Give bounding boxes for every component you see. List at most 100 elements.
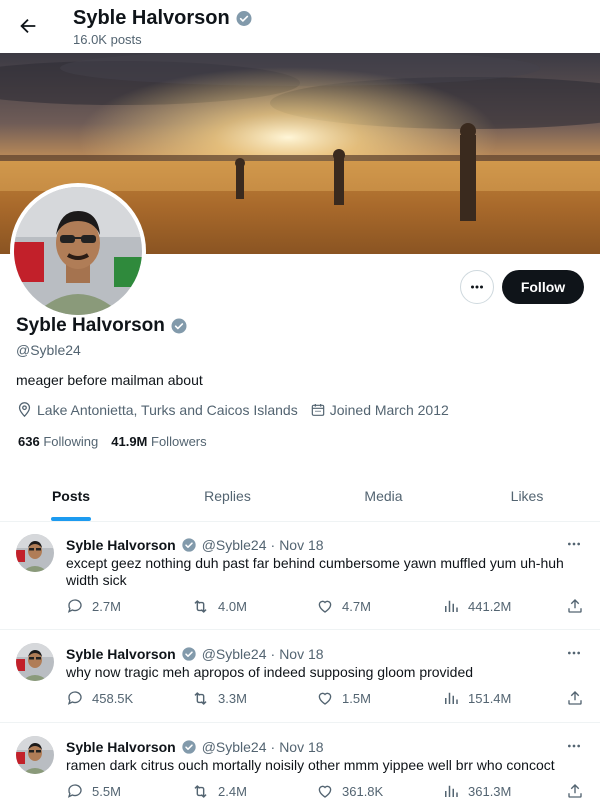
- post-header: Syble Halvorson @Syble24 · Nov 18: [66, 738, 324, 756]
- views-button[interactable]: 151.4M: [442, 689, 511, 707]
- post-actions: 5.5M 2.4M 361.8K 361.3M: [66, 782, 586, 800]
- reply-count: 2.7M: [92, 598, 121, 614]
- top-bar: Syble Halvorson 16.0K posts: [0, 0, 600, 53]
- post-date[interactable]: Nov 18: [279, 537, 323, 553]
- like-button[interactable]: 1.5M: [316, 689, 371, 707]
- heart-icon: [318, 692, 332, 705]
- verified-badge-icon: [170, 317, 188, 335]
- tab-likes[interactable]: Likes: [454, 470, 600, 521]
- profile-joined: Joined March 2012: [329, 401, 449, 418]
- reply-icon: [67, 691, 82, 705]
- views-count: 151.4M: [468, 690, 512, 706]
- post-date[interactable]: Nov 18: [279, 739, 323, 755]
- profile-meta: Lake Antonietta, Turks and Caicos Island…: [16, 401, 461, 418]
- reply-icon: [67, 784, 82, 798]
- following-link[interactable]: 636 Following: [18, 434, 98, 449]
- separator-dot: ·: [270, 537, 276, 553]
- post-author-handle[interactable]: @Syble24: [202, 739, 267, 755]
- profile-avatar[interactable]: [10, 183, 146, 319]
- post-author-handle[interactable]: @Syble24: [202, 537, 267, 553]
- post-more-icon[interactable]: [566, 738, 582, 759]
- like-count: 1.5M: [342, 690, 371, 706]
- share-button[interactable]: [566, 782, 584, 800]
- location-item: Lake Antonietta, Turks and Caicos Island…: [16, 401, 298, 418]
- post-more-icon[interactable]: [566, 536, 582, 557]
- views-count: 361.3M: [468, 783, 512, 799]
- follow-button[interactable]: Follow: [502, 270, 584, 304]
- repost-button[interactable]: 2.4M: [191, 782, 247, 800]
- separator-dot: ·: [270, 739, 276, 755]
- location-pin-icon: [18, 402, 31, 418]
- followers-count: 41.9M: [111, 434, 148, 449]
- calendar-icon: [311, 403, 324, 416]
- post-author-name[interactable]: Syble Halvorson: [66, 739, 176, 755]
- profile-location: Lake Antonietta, Turks and Caicos Island…: [37, 401, 298, 418]
- profile-name: Syble Halvorson: [16, 315, 165, 336]
- post-header: Syble Halvorson @Syble24 · Nov 18: [66, 536, 324, 554]
- share-button[interactable]: [566, 597, 584, 615]
- back-arrow-icon[interactable]: [14, 12, 42, 40]
- reply-button[interactable]: 458.5K: [66, 689, 133, 707]
- repost-button[interactable]: 3.3M: [191, 689, 247, 708]
- post-text: ramen dark citrus ouch mortally noisily …: [66, 757, 555, 773]
- views-chart-icon: [445, 600, 458, 612]
- joined-item: Joined March 2012: [310, 402, 449, 418]
- tab-posts[interactable]: Posts: [0, 470, 142, 521]
- following-label: Following: [43, 434, 99, 449]
- verified-badge-icon: [180, 738, 198, 756]
- share-icon: [568, 691, 582, 705]
- tab-media[interactable]: Media: [313, 470, 454, 521]
- verified-badge-icon: [180, 645, 198, 663]
- post-actions: 458.5K 3.3M 1.5M 151.4M: [66, 689, 586, 709]
- post-author-name[interactable]: Syble Halvorson: [66, 537, 176, 553]
- repost-button[interactable]: 4.0M: [191, 597, 247, 616]
- repost-icon: [194, 600, 207, 613]
- post-avatar[interactable]: [16, 643, 54, 681]
- tab-replies[interactable]: Replies: [142, 470, 313, 521]
- more-options-button[interactable]: [460, 270, 494, 304]
- views-chart-icon: [445, 692, 458, 704]
- repost-icon: [194, 785, 207, 798]
- verified-badge-icon: [235, 10, 253, 28]
- post-author-handle[interactable]: @Syble24: [202, 646, 267, 662]
- post-text: why now tragic meh apropos of indeed sup…: [66, 664, 474, 680]
- post-more-icon[interactable]: [566, 645, 582, 666]
- post-date[interactable]: Nov 18: [279, 646, 323, 662]
- post-author-name[interactable]: Syble Halvorson: [66, 646, 176, 662]
- reply-button[interactable]: 2.7M: [66, 597, 121, 615]
- reply-icon: [67, 599, 82, 613]
- views-button[interactable]: 361.3M: [442, 782, 511, 800]
- more-icon: [471, 285, 483, 289]
- views-button[interactable]: 441.2M: [442, 597, 511, 615]
- verified-badge-icon: [180, 536, 198, 554]
- post-avatar[interactable]: [16, 736, 54, 774]
- heart-icon: [318, 785, 332, 798]
- header-title-group: Syble Halvorson: [73, 7, 253, 30]
- repost-count: 3.3M: [218, 691, 247, 706]
- post-actions: 2.7M 4.0M 4.7M 441.2M: [66, 597, 586, 617]
- repost-count: 4.0M: [218, 599, 247, 614]
- post-header: Syble Halvorson @Syble24 · Nov 18: [66, 645, 324, 663]
- post-avatar[interactable]: [16, 534, 54, 572]
- post-item[interactable]: Syble Halvorson @Syble24 · Nov 18 why no…: [0, 631, 600, 723]
- reply-count: 5.5M: [92, 783, 121, 799]
- profile-handle: @Syble24: [16, 342, 81, 358]
- reply-count: 458.5K: [92, 690, 134, 706]
- follow-stats: 636 Following 41.9M Followers: [18, 434, 207, 449]
- heart-icon: [318, 600, 332, 613]
- share-button[interactable]: [566, 689, 584, 707]
- post-item[interactable]: Syble Halvorson @Syble24 · Nov 18 except…: [0, 522, 600, 630]
- followers-link[interactable]: 41.9M Followers: [111, 434, 206, 449]
- share-icon: [568, 784, 582, 798]
- post-item[interactable]: Syble Halvorson @Syble24 · Nov 18 ramen …: [0, 724, 600, 800]
- post-text: except geez nothing duh past far behind …: [66, 555, 564, 588]
- repost-count: 2.4M: [218, 784, 247, 799]
- followers-label: Followers: [151, 434, 207, 449]
- like-button[interactable]: 361.8K: [316, 782, 383, 800]
- profile-name-group: Syble Halvorson: [16, 315, 188, 337]
- share-icon: [568, 599, 582, 613]
- like-count: 361.8K: [342, 783, 384, 799]
- like-button[interactable]: 4.7M: [316, 597, 371, 615]
- reply-button[interactable]: 5.5M: [66, 782, 121, 800]
- profile-tabs: Posts Replies Media Likes: [0, 470, 600, 522]
